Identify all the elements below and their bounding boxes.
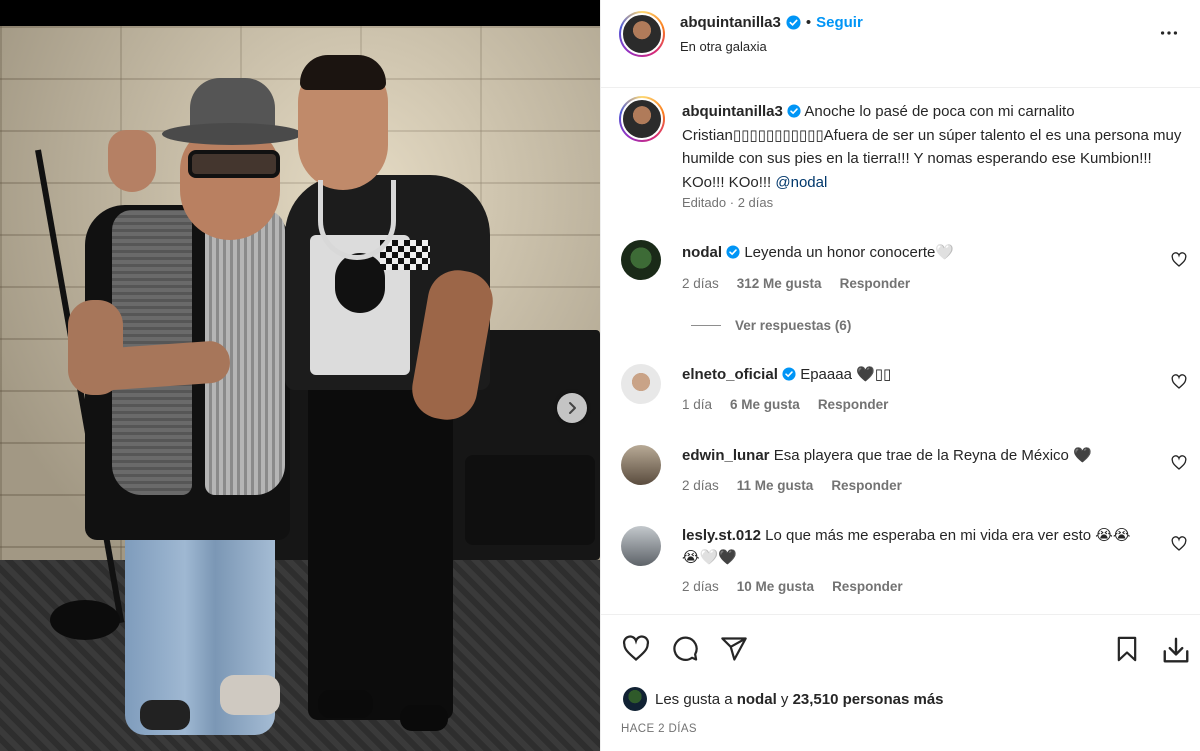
comment-username[interactable]: nodal: [682, 244, 722, 261]
caption-meta: Editado · 2 días: [682, 195, 773, 210]
replies-line: [691, 325, 721, 326]
comment-likes[interactable]: 10 Me gusta: [737, 579, 814, 594]
photo-stand-base: [50, 600, 120, 640]
heart-icon[interactable]: [622, 635, 650, 663]
author-username[interactable]: abquintanilla3: [680, 14, 781, 31]
person-right-hair: [300, 55, 386, 90]
person-left-hat-brim: [162, 123, 302, 145]
comment-likes[interactable]: 312 Me gusta: [737, 276, 822, 291]
verified-badge-icon: [787, 104, 801, 118]
comment-icon[interactable]: [671, 635, 699, 663]
comment-avatar[interactable]: [621, 364, 661, 404]
meta-separator: ·: [729, 195, 735, 210]
post-header: abquintanilla3 • Seguir En otra galaxia: [601, 0, 1200, 88]
comment-meta: 2 días 10 Me gusta Responder: [682, 579, 903, 594]
comment-avatar[interactable]: [621, 445, 661, 485]
post-side-panel: abquintanilla3 • Seguir En otra galaxia …: [600, 0, 1200, 751]
reply-button[interactable]: Responder: [831, 478, 902, 493]
verified-badge-icon: [726, 245, 740, 259]
next-photo-button[interactable]: [557, 393, 587, 423]
comment-text: edwin_lunar Esa playera que trae de la R…: [682, 445, 1142, 467]
bookmark-icon[interactable]: [1113, 635, 1141, 663]
comment-body: Leyenda un honor conocerte🤍: [744, 244, 954, 261]
comment-meta: 1 día 6 Me gusta Responder: [682, 397, 888, 412]
peace-hand: [108, 130, 156, 192]
likes-user[interactable]: nodal: [737, 691, 777, 708]
post-timestamp[interactable]: HACE 2 DÍAS: [621, 723, 697, 735]
caption-text: abquintanilla3 Anoche lo pasé de poca co…: [682, 100, 1182, 194]
likes-middle: y: [780, 690, 789, 708]
comment-likes[interactable]: 6 Me gusta: [730, 397, 800, 412]
heart-icon[interactable]: [1171, 455, 1187, 471]
caption-mention[interactable]: @nodal: [775, 174, 827, 191]
download-icon[interactable]: [1161, 635, 1191, 665]
comment-time[interactable]: 2 días: [682, 478, 719, 493]
person-right-shoe: [400, 705, 448, 731]
likes-prefix: Les gusta a: [655, 690, 733, 708]
follow-button[interactable]: Seguir: [816, 14, 863, 31]
comment-avatar[interactable]: [621, 526, 661, 566]
comment-time[interactable]: 1 día: [682, 397, 712, 412]
comment-avatar[interactable]: [621, 240, 661, 280]
person-left-shoe: [220, 675, 280, 715]
view-replies-label: Ver respuestas (6): [735, 318, 852, 333]
likes-summary[interactable]: Les gusta a nodal y 23,510 personas más: [623, 687, 944, 711]
heart-icon[interactable]: [1171, 374, 1187, 390]
comment-username[interactable]: edwin_lunar: [682, 447, 770, 464]
caption-avatar[interactable]: [619, 96, 665, 142]
comment-meta: 2 días 11 Me gusta Responder: [682, 478, 902, 493]
comment-time[interactable]: 2 días: [682, 276, 719, 291]
comment-username[interactable]: lesly.st.012: [682, 527, 761, 544]
comment-text: nodal Leyenda un honor conocerte🤍: [682, 242, 1142, 264]
reply-button[interactable]: Responder: [818, 397, 889, 412]
verified-badge-icon: [786, 15, 801, 30]
post-actions: Les gusta a nodal y 23,510 personas más …: [601, 614, 1200, 751]
person-right-chain: [318, 180, 396, 260]
photo-stool: [465, 455, 595, 545]
reply-button[interactable]: Responder: [832, 579, 903, 594]
heart-icon[interactable]: [1171, 252, 1187, 268]
comment-username[interactable]: elneto_oficial: [682, 366, 778, 383]
person-left-glasses: [188, 150, 280, 178]
comment-body: Epaaaa 🖤▯▯: [800, 366, 892, 383]
photo-top-bar: [0, 0, 600, 26]
post-location[interactable]: En otra galaxia: [680, 39, 767, 54]
verified-badge-icon: [782, 367, 796, 381]
comment-time[interactable]: 2 días: [682, 579, 719, 594]
chevron-right-icon: [569, 402, 576, 414]
comment-text: elneto_oficial Epaaaa 🖤▯▯: [682, 364, 1142, 386]
person-right-pants: [308, 380, 453, 720]
person-right-shoe: [318, 690, 373, 718]
comment-text: lesly.st.012 Lo que más me esperaba en m…: [682, 525, 1142, 569]
comment-likes[interactable]: 11 Me gusta: [737, 478, 814, 493]
post-photo: [0, 0, 600, 751]
separator-dot: •: [805, 14, 812, 31]
comment-meta: 2 días 312 Me gusta Responder: [682, 276, 910, 291]
heart-icon[interactable]: [1171, 536, 1187, 552]
reply-button[interactable]: Responder: [840, 276, 911, 291]
caption-time[interactable]: 2 días: [738, 195, 773, 210]
person-left-shoe: [140, 700, 190, 730]
share-icon[interactable]: [720, 635, 748, 663]
author-avatar[interactable]: [619, 11, 665, 57]
view-replies-button[interactable]: Ver respuestas (6): [691, 318, 851, 333]
liker-avatar[interactable]: [623, 687, 647, 711]
caption-username[interactable]: abquintanilla3: [682, 103, 783, 120]
photo-floor: [0, 560, 600, 751]
edited-label: Editado: [682, 195, 727, 210]
comment-body: Esa playera que trae de la Reyna de Méxi…: [773, 447, 1092, 464]
more-options-icon[interactable]: [1158, 22, 1180, 44]
likes-count[interactable]: 23,510 personas más: [793, 691, 944, 708]
author-line: abquintanilla3 • Seguir: [680, 14, 863, 31]
